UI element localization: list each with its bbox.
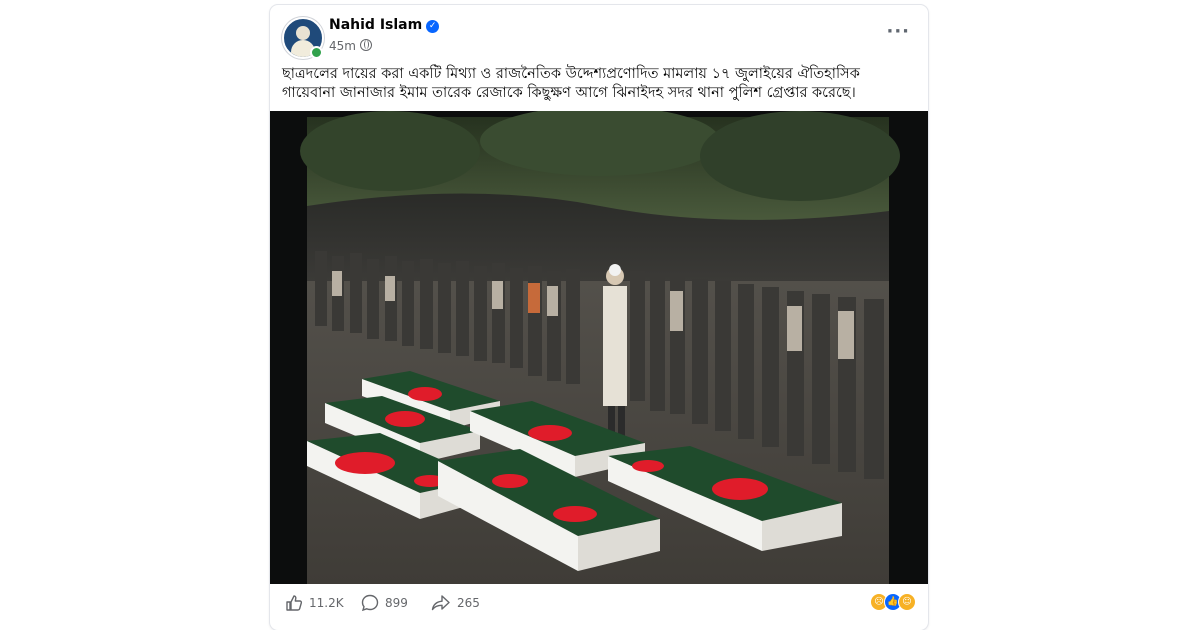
share-action[interactable]: 265	[430, 593, 480, 613]
comment-action[interactable]: 899	[360, 593, 408, 613]
author-name-row: Nahid Islam ✓	[329, 17, 440, 33]
share-icon	[431, 595, 450, 611]
like-icon	[286, 595, 303, 611]
more-options-icon[interactable]: ···	[886, 21, 910, 42]
avatar-face	[296, 26, 310, 40]
funeral-prayer-photo	[270, 111, 928, 584]
post-time[interactable]: 45m	[329, 39, 356, 53]
post-header: Nahid Islam ✓ 45m ···	[282, 17, 916, 59]
comment-icon	[361, 594, 379, 612]
online-status-icon	[310, 46, 323, 59]
haha-reaction-icon: ☺	[898, 593, 916, 611]
post-caption: ছাত্রদলের দায়ের করা একটি মিথ্যা ও রাজনৈ…	[282, 66, 860, 101]
post-card: Nahid Islam ✓ 45m ··· ছাত্রদলের দায়ের কর…	[270, 5, 928, 630]
globe-icon	[359, 39, 372, 51]
share-count: 265	[457, 596, 480, 610]
verified-badge-icon: ✓	[426, 20, 440, 33]
post-photo[interactable]	[270, 111, 928, 584]
reaction-summary[interactable]: ☹ 👍 ☺	[870, 593, 916, 611]
like-action[interactable]: 11.2K	[284, 593, 344, 613]
like-count: 11.2K	[309, 596, 344, 610]
comment-count: 899	[385, 596, 408, 610]
author-name[interactable]: Nahid Islam	[329, 17, 422, 33]
post-meta: 45m	[329, 39, 372, 53]
post-actions: 11.2K 899 265 ☹ 👍 ☺	[282, 588, 916, 618]
